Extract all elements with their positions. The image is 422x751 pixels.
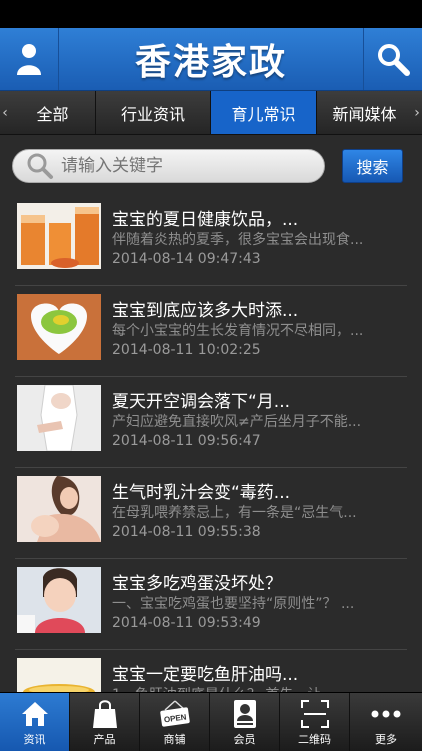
user-icon (17, 44, 41, 75)
tab-news-media[interactable]: 新闻媒体 (317, 91, 412, 134)
nav-news[interactable]: 资讯 (0, 693, 70, 751)
search-input[interactable] (59, 155, 313, 177)
app-header: 香港家政 (0, 28, 422, 91)
user-button[interactable] (0, 28, 59, 90)
article-thumbnail (17, 476, 101, 542)
nav-members[interactable]: 会员 (210, 693, 280, 751)
list-item[interactable]: 宝宝的夏日健康饮品，... 伴随着炎热的夏季，很多宝宝会出现食... 2014-… (0, 195, 422, 286)
list-item[interactable]: 生气时乳汁会变“毒药... 在母乳喂养禁忌上，有一条是“忌生气... 2014-… (0, 468, 422, 559)
article-summary: 一、宝宝吃鸡蛋也要坚持“原则性”？ ... (112, 596, 355, 612)
nav-label: 会员 (233, 733, 256, 746)
app-title: 香港家政 (134, 42, 287, 83)
list-item[interactable]: 宝宝多吃鸡蛋没坏处？ 一、宝宝吃鸡蛋也要坚持“原则性”？ ... 2014-08… (0, 559, 422, 650)
article-title: 生气时乳汁会变“毒药... (112, 483, 291, 503)
nav-more[interactable]: 更多 (350, 693, 422, 751)
status-bar (0, 0, 422, 28)
more-icon (371, 710, 401, 718)
article-title: 宝宝一定要吃鱼肝油吗... (112, 665, 299, 685)
nav-label: 商铺 (163, 733, 186, 746)
nav-shops[interactable]: OPEN 商铺 (140, 693, 210, 751)
article-thumbnail (17, 658, 101, 692)
tab-industry-news[interactable]: 行业资讯 (96, 91, 211, 134)
member-card-icon (233, 700, 256, 728)
article-date: 2014-08-11 09:55:38 (112, 524, 261, 540)
article-date: 2014-08-11 10:02:25 (112, 342, 261, 358)
article-summary: 产妇应避免直接吹风≠产后坐月子不能... (112, 414, 362, 430)
tab-all[interactable]: 全部 (10, 91, 96, 134)
nav-label: 更多 (375, 733, 397, 746)
nav-label: 资讯 (23, 733, 46, 746)
nav-label: 产品 (93, 733, 116, 746)
article-summary: 在母乳喂养禁忌上，有一条是“忌生气... (112, 505, 357, 521)
search-submit-button[interactable]: 搜索 (342, 149, 403, 183)
nav-products[interactable]: 产品 (70, 693, 140, 751)
search-toggle-button[interactable] (363, 28, 422, 90)
list-item[interactable]: 宝宝一定要吃鱼肝油吗... 1、鱼肝油到底是什么？ 首先，让... (0, 650, 422, 692)
article-thumbnail (17, 203, 101, 269)
list-item[interactable]: 夏天开空调会落下“月... 产妇应避免直接吹风≠产后坐月子不能... 2014-… (0, 377, 422, 468)
search-bar: 搜索 (0, 135, 422, 195)
qr-scan-icon (300, 700, 329, 728)
article-title: 宝宝到底应该多大时添... (112, 301, 299, 321)
shopping-bag-icon (92, 700, 117, 728)
article-thumbnail (17, 567, 101, 633)
list-item[interactable]: 宝宝到底应该多大时添... 每个小宝宝的生长发育情况不尽相同，... 2014-… (0, 286, 422, 377)
article-summary: 1、鱼肝油到底是什么？ 首先，让... (112, 684, 406, 692)
article-thumbnail (17, 385, 101, 451)
home-icon (21, 702, 48, 726)
tab-scroll-right-icon[interactable]: › (412, 91, 422, 134)
open-sign-icon: OPEN (159, 700, 190, 727)
article-title: 宝宝多吃鸡蛋没坏处？ (112, 574, 282, 594)
article-date: 2014-08-11 09:53:49 (112, 615, 261, 631)
category-tabs: ‹ 全部 行业资讯 育儿常识 新闻媒体 › (0, 91, 422, 135)
search-field (12, 149, 325, 183)
tab-parenting[interactable]: 育儿常识 (211, 91, 317, 134)
tab-scroll-left-icon[interactable]: ‹ (0, 91, 10, 134)
article-date: 2014-08-14 09:47:43 (112, 251, 261, 267)
article-title: 宝宝的夏日健康饮品，... (112, 210, 299, 230)
article-summary: 每个小宝宝的生长发育情况不尽相同，... (112, 323, 364, 339)
article-thumbnail (17, 294, 101, 360)
search-icon (378, 44, 410, 76)
nav-label: 二维码 (298, 733, 331, 746)
article-title: 夏天开空调会落下“月... (112, 392, 291, 412)
article-summary: 伴随着炎热的夏季，很多宝宝会出现食... (112, 232, 364, 248)
article-list: 宝宝的夏日健康饮品，... 伴随着炎热的夏季，很多宝宝会出现食... 2014-… (0, 195, 422, 692)
magnifier-icon (27, 153, 53, 179)
nav-qrcode[interactable]: 二维码 (280, 693, 350, 751)
bottom-nav: 资讯 产品 OPEN 商铺 会员 二维码 更多 (0, 692, 422, 751)
article-date: 2014-08-11 09:56:47 (112, 433, 261, 449)
